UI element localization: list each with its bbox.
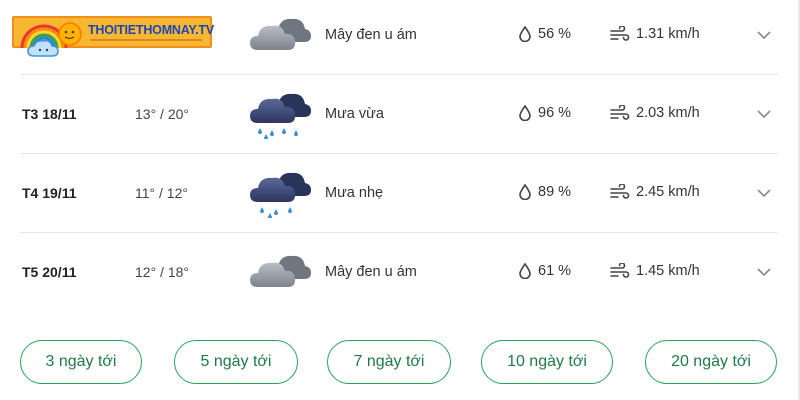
forecast-5-days-button[interactable]: 5 ngày tới bbox=[174, 340, 298, 384]
moderate-rain-icon bbox=[250, 93, 311, 139]
wind-value: 1.45 km/h bbox=[636, 263, 700, 279]
wind-value: 2.45 km/h bbox=[636, 184, 700, 200]
row-humidity: 89 % bbox=[518, 184, 571, 200]
row-wind: 1.45 km/h bbox=[610, 263, 700, 279]
row-humidity: 61 % bbox=[518, 263, 571, 279]
humidity-drop-icon bbox=[519, 263, 531, 279]
chevron-down-icon[interactable] bbox=[756, 187, 772, 199]
wind-icon bbox=[610, 184, 630, 199]
chevron-down-icon[interactable] bbox=[756, 266, 772, 278]
forecast-10-days-button[interactable]: 10 ngày tới bbox=[481, 340, 613, 384]
row-temperature: 13° / 20° bbox=[135, 106, 190, 122]
overcast-cloud-icon bbox=[250, 255, 311, 287]
row-wind: 2.03 km/h bbox=[610, 105, 700, 121]
humidity-drop-icon bbox=[519, 105, 531, 121]
row-wind: 1.31 km/h bbox=[610, 26, 700, 42]
chevron-down-icon[interactable] bbox=[756, 29, 772, 41]
row-day: T4 19/11 bbox=[22, 185, 77, 201]
forecast-7-days-button[interactable]: 7 ngày tới bbox=[327, 340, 451, 384]
row-description: Mưa nhẹ bbox=[325, 185, 384, 201]
chevron-down-icon[interactable] bbox=[756, 108, 772, 120]
row-description: Mây đen u ám bbox=[325, 264, 417, 280]
overcast-cloud-icon bbox=[250, 18, 311, 50]
humidity-drop-icon bbox=[519, 26, 531, 42]
wind-value: 1.31 km/h bbox=[636, 26, 700, 42]
row-temperature: 11° / 12° bbox=[135, 185, 188, 201]
light-rain-icon bbox=[250, 172, 311, 218]
forecast-20-days-button[interactable]: 20 ngày tới bbox=[645, 340, 777, 384]
wind-icon bbox=[610, 105, 630, 120]
forecast-row[interactable]: T3 18/11 13° / 20° Mưa vừa 96 % 2.03 km/… bbox=[20, 75, 778, 154]
forecast-row[interactable]: T5 20/11 12° / 18° Mây đen u ám 61 % 1.4… bbox=[20, 233, 778, 312]
row-humidity: 96 % bbox=[518, 105, 571, 121]
forecast-row[interactable]: T4 19/11 11° / 12° Mưa nhẹ 89 % 2.45 km/… bbox=[20, 154, 778, 233]
row-temperature: 12° / 18° bbox=[135, 264, 190, 280]
wind-icon bbox=[610, 263, 630, 278]
humidity-value: 61 % bbox=[538, 263, 572, 279]
forecast-3-days-button[interactable]: 3 ngày tới bbox=[20, 340, 142, 384]
forecast-row[interactable]: Mây đen u ám 56 % 1.31 km/h bbox=[20, 0, 778, 75]
row-day: T3 18/11 bbox=[22, 106, 77, 122]
humidity-drop-icon bbox=[519, 184, 531, 200]
row-description: Mây đen u ám bbox=[325, 27, 417, 43]
row-day: T5 20/11 bbox=[22, 264, 77, 280]
humidity-value: 56 % bbox=[538, 26, 572, 42]
wind-value: 2.03 km/h bbox=[636, 105, 700, 121]
row-description: Mưa vừa bbox=[325, 106, 384, 122]
row-humidity: 56 % bbox=[518, 26, 571, 42]
wind-icon bbox=[610, 26, 630, 41]
row-wind: 2.45 km/h bbox=[610, 184, 700, 200]
humidity-value: 96 % bbox=[538, 105, 572, 121]
humidity-value: 89 % bbox=[538, 184, 572, 200]
